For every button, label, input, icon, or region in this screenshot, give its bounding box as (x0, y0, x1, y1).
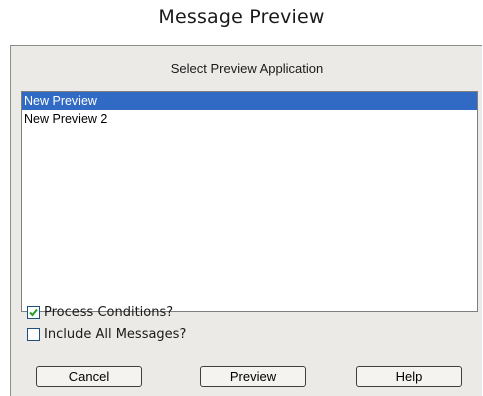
include-all-messages-label: Include All Messages? (44, 326, 187, 342)
process-conditions-checkbox[interactable] (27, 305, 40, 319)
preview-button[interactable]: Preview (200, 366, 306, 387)
page-title: Message Preview (158, 6, 325, 28)
process-conditions-label: Process Conditions? (44, 304, 174, 320)
list-item-new-preview[interactable]: New Preview (22, 92, 477, 110)
preview-dialog: Select Preview Application New Preview N… (10, 45, 482, 396)
process-conditions-option[interactable]: Process Conditions? (27, 303, 173, 321)
checkmark-icon (29, 308, 38, 316)
preview-application-list[interactable]: New Preview New Preview 2 (21, 91, 478, 312)
help-button[interactable]: Help (356, 366, 462, 387)
cancel-button[interactable]: Cancel (36, 366, 142, 387)
dialog-header: Select Preview Application (170, 61, 324, 76)
include-all-messages-option[interactable]: Include All Messages? (27, 325, 186, 343)
include-all-messages-checkbox[interactable] (27, 327, 40, 341)
list-item-new-preview-2[interactable]: New Preview 2 (22, 110, 477, 128)
